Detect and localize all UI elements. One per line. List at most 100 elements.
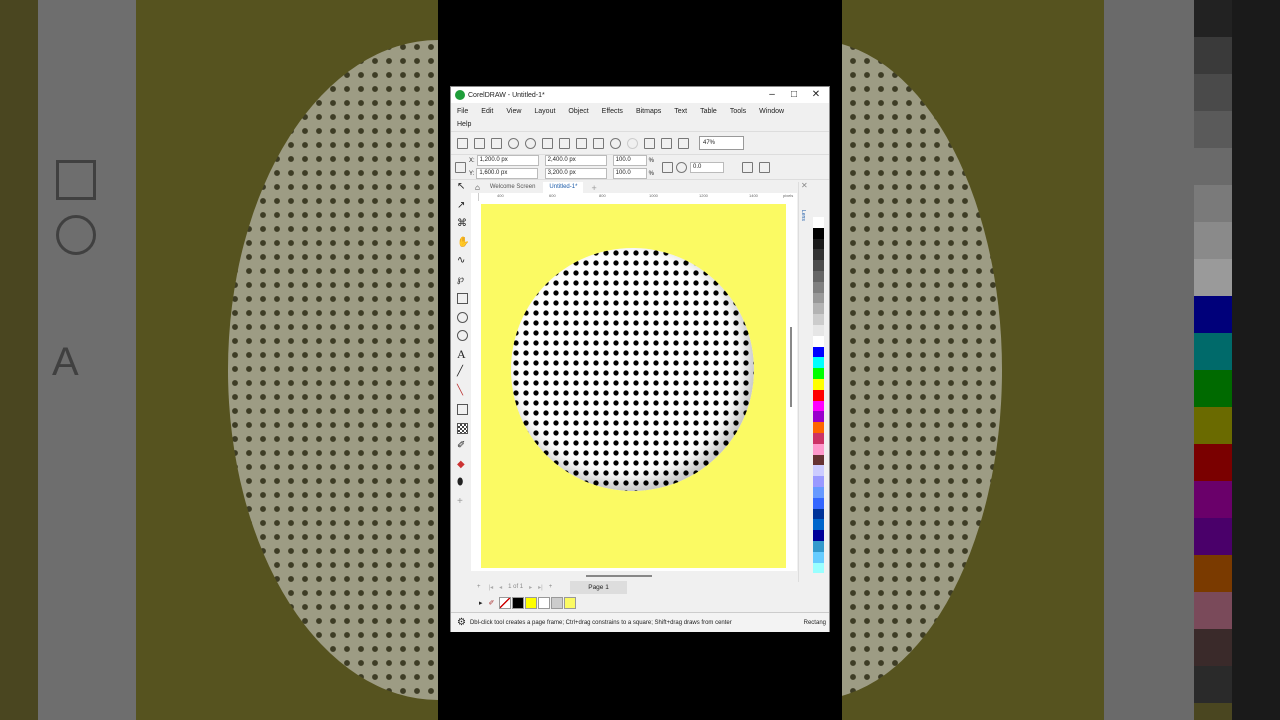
document-palette-swatch[interactable] (564, 597, 577, 609)
pan-tool-icon[interactable]: ✋ (457, 237, 469, 249)
menu-text[interactable]: Text (674, 105, 687, 118)
document-palette-swatch[interactable] (538, 597, 551, 609)
palette-swatch[interactable] (813, 238, 824, 250)
publish-pdf-icon[interactable] (678, 137, 689, 149)
menu-bitmaps[interactable]: Bitmaps (636, 105, 661, 118)
palette-swatch[interactable] (813, 465, 824, 477)
rectangle-tool-icon[interactable] (457, 293, 468, 304)
next-page-icon[interactable]: ▸ (529, 584, 532, 591)
interactive-fill-icon[interactable]: ◆ (457, 459, 468, 471)
palette-swatch[interactable] (813, 389, 824, 401)
drawing-canvas[interactable] (478, 201, 797, 571)
transparency-tool-icon[interactable] (457, 422, 468, 434)
menu-edit[interactable]: Edit (481, 105, 493, 118)
artistic-media-icon[interactable]: ℘ (457, 274, 468, 286)
freehand-tool-icon[interactable]: ∿ (457, 256, 468, 267)
eyedropper-tool-icon[interactable]: ✐ (457, 441, 468, 452)
paste-icon[interactable] (593, 137, 604, 149)
palette-swatch[interactable] (813, 551, 824, 563)
palette-swatch[interactable] (813, 508, 824, 520)
palette-swatch[interactable] (813, 497, 824, 509)
palette-swatch[interactable] (813, 422, 824, 433)
palette-swatch[interactable] (813, 357, 824, 369)
palette-swatch[interactable] (813, 346, 824, 358)
open-icon[interactable] (474, 137, 485, 149)
lock-ratio-icon[interactable] (662, 161, 674, 173)
rotation-field[interactable]: 0.0 (690, 161, 725, 173)
palette-swatch[interactable] (813, 270, 824, 282)
eyedropper-icon[interactable]: ✐ (489, 599, 495, 607)
palette-swatch[interactable] (813, 519, 824, 531)
palette-swatch[interactable] (813, 314, 824, 325)
print-icon[interactable] (542, 137, 553, 149)
width-field[interactable]: 2,400.0 px (544, 155, 607, 166)
mirror-vertical-icon[interactable] (759, 161, 771, 173)
mirror-horizontal-icon[interactable] (742, 161, 754, 173)
last-page-icon[interactable]: ▸| (538, 584, 543, 591)
shape-tool-icon[interactable]: ↗ (457, 200, 468, 212)
palette-swatch[interactable] (813, 227, 824, 239)
menu-object[interactable]: Object (568, 105, 588, 118)
palette-swatch[interactable] (813, 335, 824, 347)
palette-swatch[interactable] (813, 281, 824, 293)
import-icon[interactable] (644, 137, 655, 149)
minimize-button[interactable]: – (761, 87, 783, 103)
previous-page-icon[interactable]: ◂ (499, 584, 502, 591)
palette-swatch[interactable] (813, 217, 824, 228)
menu-help[interactable]: Help (457, 118, 471, 131)
lens-docker-tab[interactable]: Lens (800, 210, 806, 221)
menu-effects[interactable]: Effects (602, 105, 623, 118)
add-tool-icon[interactable]: + (457, 496, 468, 508)
palette-swatch[interactable] (813, 432, 824, 444)
text-tool-icon[interactable]: A (457, 348, 468, 360)
menu-file[interactable]: File (457, 105, 468, 118)
palette-swatch[interactable] (813, 303, 824, 315)
crop-tool-icon[interactable]: ⌘ (457, 219, 468, 230)
menu-layout[interactable]: Layout (534, 105, 555, 118)
polygon-tool-icon[interactable] (457, 330, 468, 341)
new-document-icon[interactable] (457, 137, 468, 149)
tab-untitled-1[interactable]: Untitled-1* (543, 182, 584, 193)
x-position-field[interactable]: 1,200.0 px (476, 155, 539, 166)
palette-swatch[interactable] (813, 476, 824, 487)
palette-swatch[interactable] (813, 562, 824, 574)
document-palette-swatch[interactable] (512, 597, 525, 609)
page-tab[interactable]: Page 1 (570, 580, 627, 594)
palette-swatch[interactable] (813, 400, 824, 412)
palette-swatch[interactable] (813, 486, 824, 498)
reference-point-icon[interactable] (455, 161, 466, 173)
height-field[interactable]: 3,200.0 px (544, 168, 607, 179)
smart-fill-icon[interactable]: ⬮ (457, 478, 468, 489)
menu-tools[interactable]: Tools (730, 105, 746, 118)
scale-height-field[interactable]: 100.0 (612, 168, 647, 179)
palette-swatch[interactable] (813, 454, 824, 466)
save-icon[interactable] (491, 137, 502, 149)
cloud-download-icon[interactable] (525, 137, 536, 149)
home-icon[interactable]: ⌂ (475, 183, 480, 192)
palette-swatch[interactable] (813, 411, 824, 423)
copy-icon[interactable] (576, 137, 587, 149)
cut-icon[interactable] (559, 137, 570, 149)
pick-tool-icon[interactable]: ↖ (457, 182, 468, 193)
palette-swatch[interactable] (813, 324, 824, 336)
tab-welcome-screen[interactable]: Welcome Screen (484, 182, 542, 193)
halftone-sphere[interactable] (511, 248, 754, 491)
zoom-level-select[interactable]: 47% (699, 136, 744, 150)
vertical-scrollbar[interactable] (790, 327, 792, 407)
ellipse-tool-icon[interactable] (457, 311, 468, 323)
palette-swatch[interactable] (813, 260, 824, 271)
scale-width-field[interactable]: 100.0 (612, 155, 647, 166)
add-page-icon[interactable]: + (477, 584, 481, 590)
palette-swatch[interactable] (813, 540, 824, 552)
menu-table[interactable]: Table (700, 105, 717, 118)
horizontal-scrollbar[interactable] (586, 575, 652, 577)
undo-icon[interactable] (610, 137, 621, 149)
drop-shadow-tool-icon[interactable] (457, 404, 468, 415)
palette-swatch[interactable] (813, 292, 824, 304)
y-position-field[interactable]: 1,600.0 px (476, 168, 539, 179)
close-button[interactable]: ✕ (805, 87, 827, 103)
palette-swatch[interactable] (813, 443, 824, 455)
palette-swatch[interactable] (813, 378, 824, 390)
redo-icon[interactable] (627, 137, 638, 149)
palette-swatch[interactable] (813, 368, 824, 379)
